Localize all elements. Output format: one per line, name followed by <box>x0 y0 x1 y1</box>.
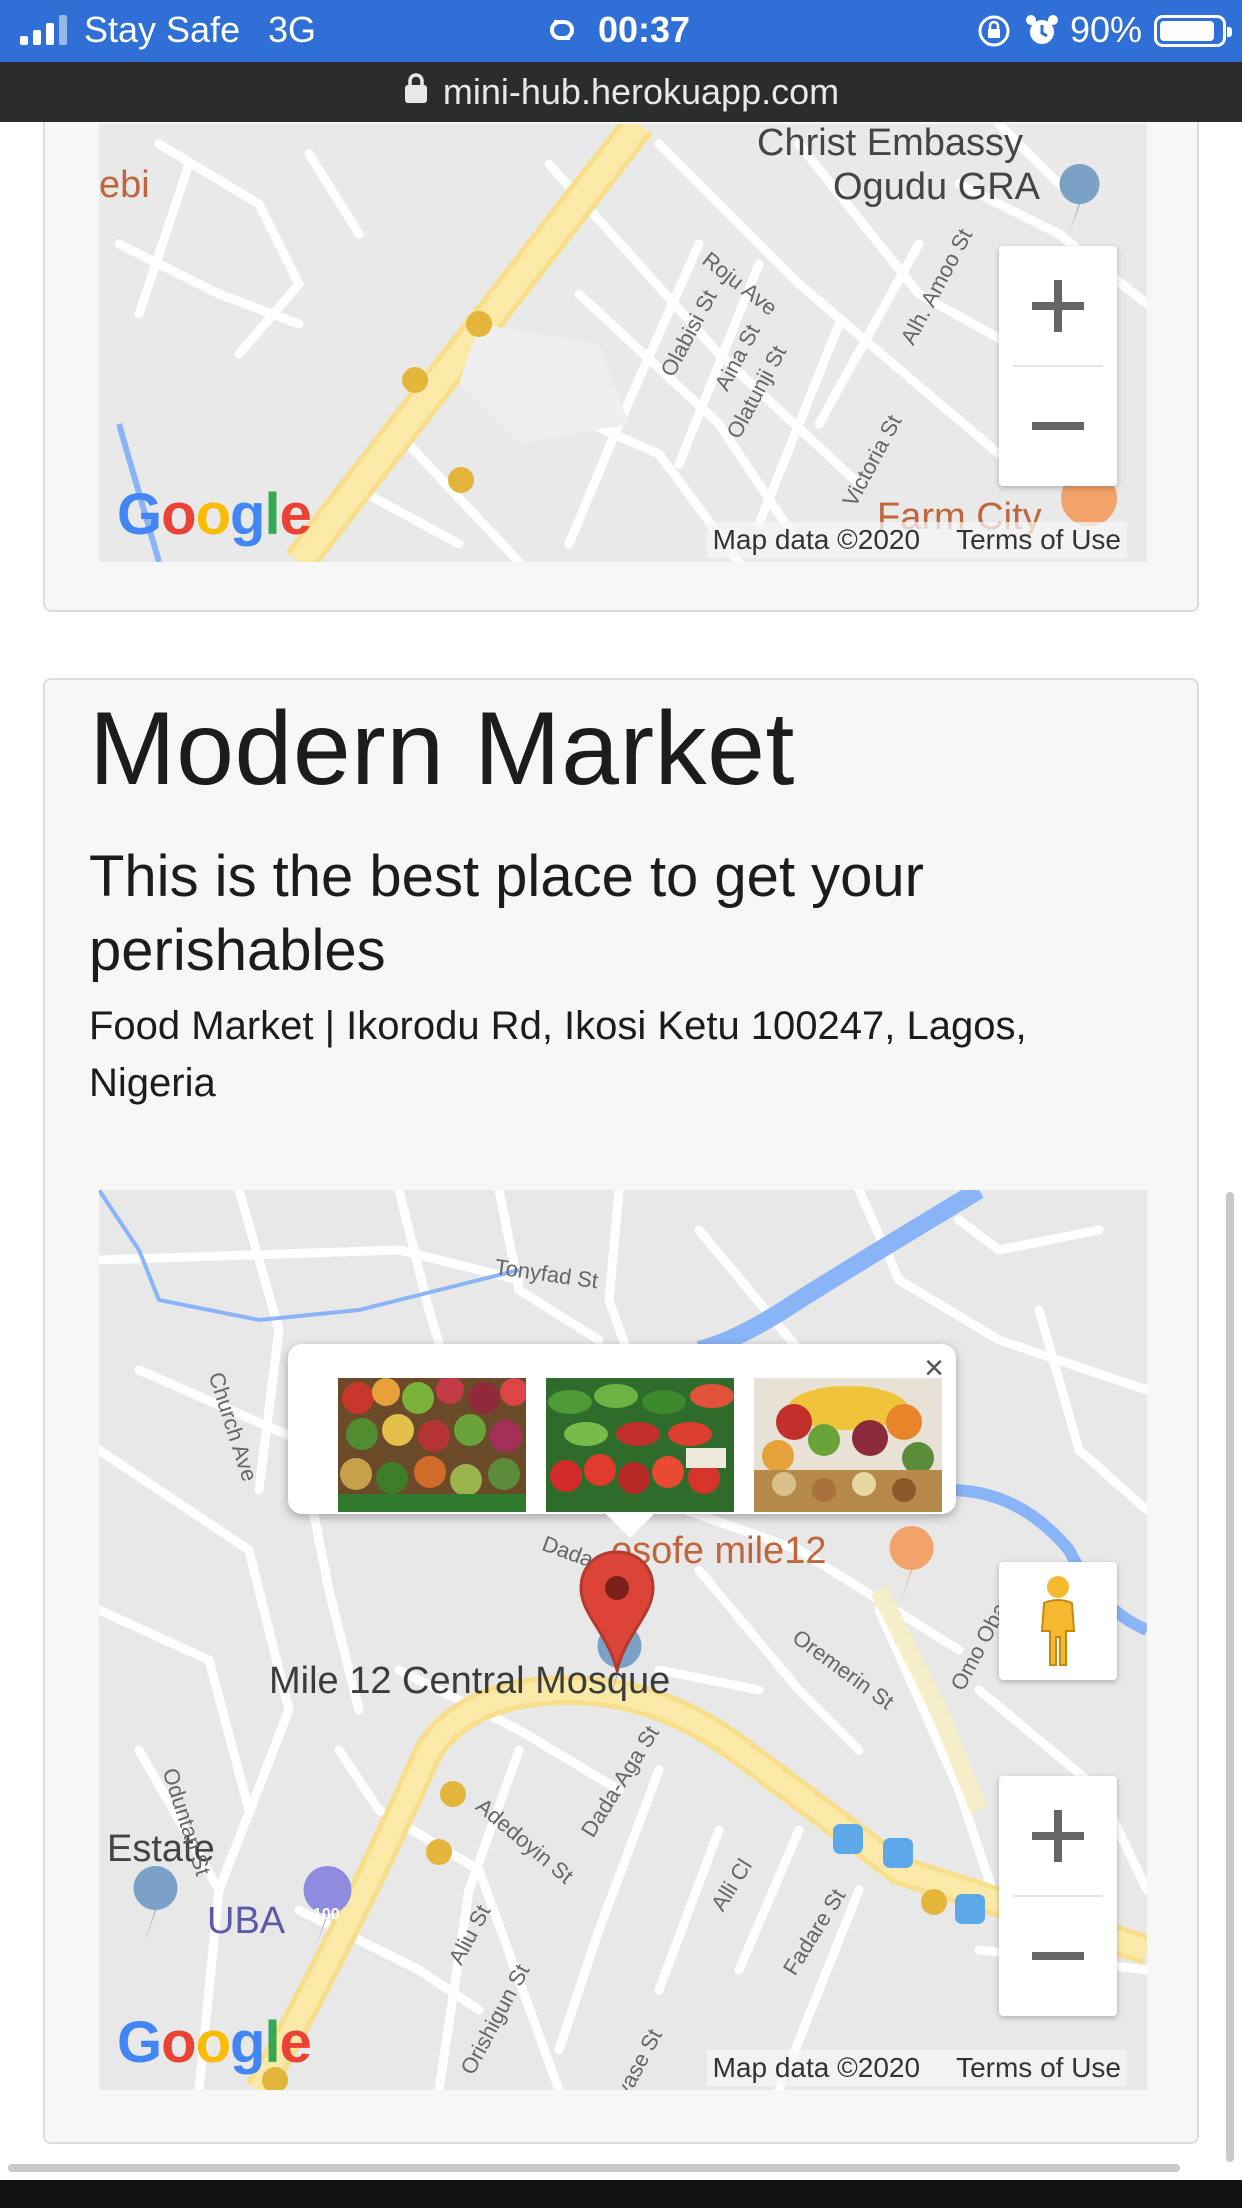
map-attribution: Map data ©2020 Terms of Use <box>706 2050 1127 2086</box>
horizontal-scrollbar[interactable] <box>8 2164 1180 2172</box>
url-text[interactable]: mini-hub.herokuapp.com <box>443 71 839 113</box>
hotspot-link-icon <box>542 14 582 51</box>
map-label-place: Christ Embassy <box>757 124 1024 164</box>
battery-percent: 90% <box>1070 9 1143 50</box>
zoom-in-button[interactable] <box>999 1776 1117 1896</box>
zoom-out-button[interactable] <box>999 366 1117 486</box>
fruits-photo[interactable] <box>754 1378 942 1512</box>
vegetables-photo[interactable] <box>338 1378 526 1512</box>
bank-badge: 100 <box>313 1906 340 1923</box>
terms-of-use-link[interactable]: Terms of Use <box>956 524 1121 556</box>
map-data-text: Map data ©2020 <box>712 524 921 555</box>
zoom-out-button[interactable] <box>999 1896 1117 2016</box>
map-data-text: Map data ©2020 <box>712 2052 921 2083</box>
google-logo: Google <box>117 482 312 547</box>
map-attribution: Map data ©2020 Terms of Use <box>706 522 1127 558</box>
home-indicator-area <box>0 2180 1242 2208</box>
google-logo: Google <box>117 2010 312 2075</box>
listing-card: Modern Market This is the best place to … <box>43 678 1199 2144</box>
listing-card-previous: Christ Embassy Ogudu GRA ebi Farm City R… <box>43 122 1199 612</box>
map-previous[interactable]: Christ Embassy Ogudu GRA ebi Farm City R… <box>99 124 1147 562</box>
listing-meta: Food Market | Ikorodu Rd, Ikosi Ketu 100… <box>89 1004 1027 1105</box>
signal-bars-icon <box>20 15 67 45</box>
address-bar[interactable]: mini-hub.herokuapp.com <box>0 62 1242 122</box>
map-label-place: Ogudu GRA <box>833 166 1040 208</box>
zoom-in-button[interactable] <box>999 246 1117 366</box>
zoom-control <box>999 246 1117 486</box>
map-label-bank: UBA <box>207 1900 286 1942</box>
clock: 00:37 <box>598 9 691 50</box>
location-pin-icon[interactable] <box>577 1548 657 1679</box>
street-view-pegman[interactable] <box>999 1562 1117 1680</box>
pegman-icon <box>1040 1576 1076 1666</box>
lock-icon <box>403 71 429 113</box>
listing-subtitle: This is the best place to get your peris… <box>89 844 924 983</box>
page-content: Christ Embassy Ogudu GRA ebi Farm City R… <box>0 122 1242 2208</box>
info-window: × <box>288 1344 956 1538</box>
status-bar: Stay Safe 3G 00:37 90% <box>0 0 1242 62</box>
network-type: 3G <box>268 9 317 50</box>
map-label-place: ebi <box>99 164 150 206</box>
zoom-control <box>999 1776 1117 2016</box>
carrier-name: Stay Safe <box>84 9 241 50</box>
alarm-icon <box>1024 12 1060 53</box>
vertical-scrollbar[interactable] <box>1226 1192 1234 2162</box>
peppers-photo[interactable] <box>546 1378 734 1512</box>
map-listing[interactable]: Mile 12 Central Mosque osofe mile12 Esta… <box>99 1190 1147 2090</box>
battery-icon <box>1154 15 1232 47</box>
terms-of-use-link[interactable]: Terms of Use <box>956 2052 1121 2084</box>
listing-title: Modern Market <box>89 691 795 807</box>
rotation-lock-icon <box>976 13 1012 54</box>
